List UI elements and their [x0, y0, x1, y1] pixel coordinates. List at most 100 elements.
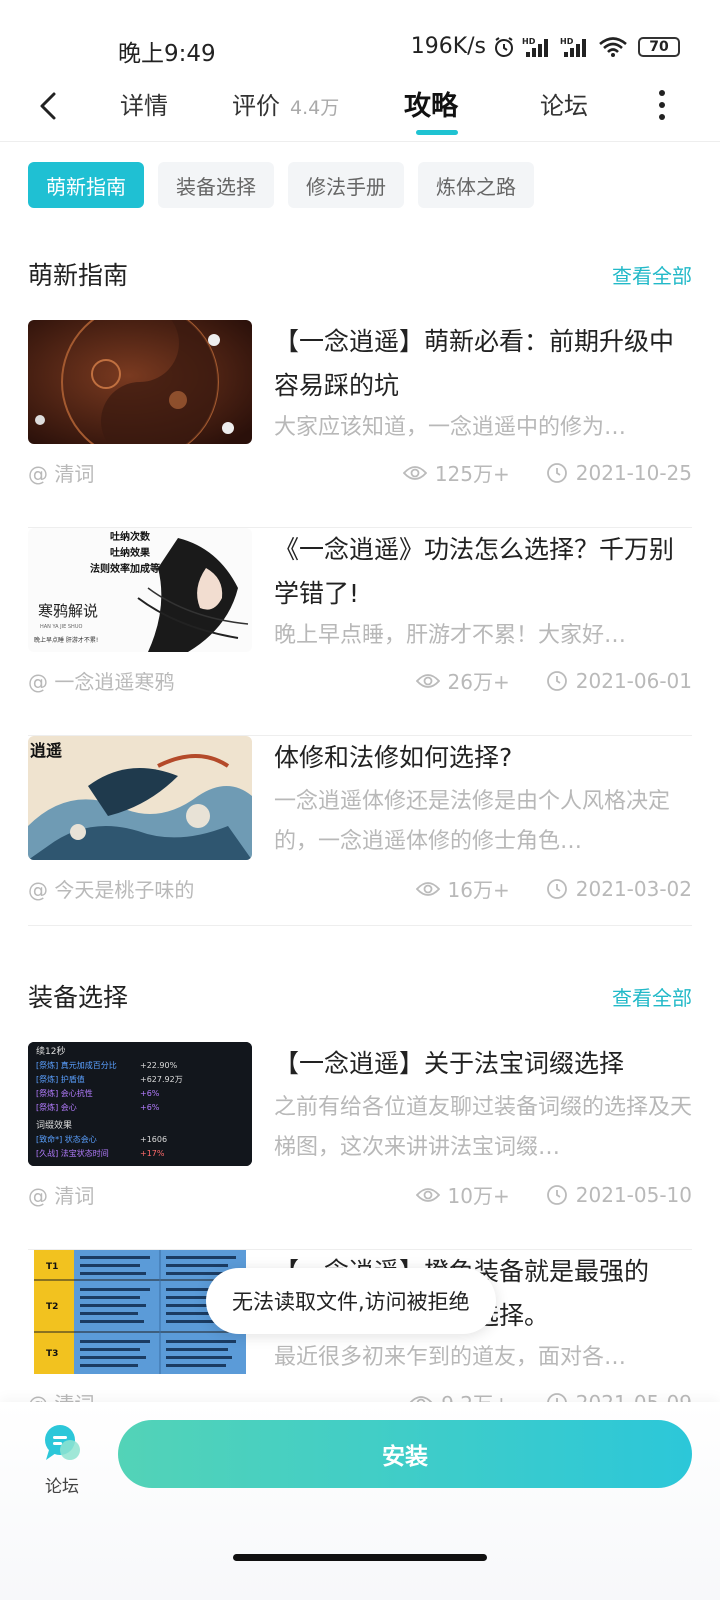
thumb-text: T1: [46, 1262, 58, 1272]
svg-text:HD: HD: [560, 37, 574, 46]
wifi-icon: [599, 36, 627, 57]
eye-icon: [415, 673, 440, 688]
clock-icon: [546, 1184, 567, 1205]
article-item[interactable]: 吐纳次数 吐纳效果 法则效率加成等 寒鸦解说 HAN YA JIE SHUO 晚…: [28, 528, 692, 736]
more-dot-icon: [659, 114, 665, 120]
publish-date: 2021-06-01: [575, 668, 692, 693]
thumb-text: +627.92万: [140, 1075, 183, 1084]
article-thumbnail: 吐纳次数 吐纳效果 法则效率加成等 寒鸦解说 HAN YA JIE SHUO 晚…: [28, 528, 252, 652]
article-title: 体修和法修如何选择?: [274, 743, 513, 772]
commentator-image: 吐纳次数 吐纳效果 法则效率加成等 寒鸦解说 HAN YA JIE SHUO 晚…: [28, 528, 252, 652]
article-thumbnail: 续12秒 [祭炼] 真元加成百分比 +22.90% [祭炼] 护盾值 +627.…: [28, 1042, 252, 1166]
thumb-text: 词缀效果: [36, 1119, 72, 1131]
thumb-text: 法则效率加成等: [90, 562, 160, 575]
see-all-link[interactable]: 查看全部: [612, 982, 692, 1011]
tab-label: 攻略: [404, 91, 458, 122]
article-item[interactable]: 【一念逍遥】萌新必看：前期升级中容易踩的坑 大家应该知道，一念逍遥中的修为… @…: [28, 320, 692, 528]
view-count: 16万+: [447, 878, 510, 902]
chip-equipment[interactable]: 装备选择: [158, 162, 274, 208]
tab-reviews[interactable]: 评价 4.4万: [232, 86, 339, 121]
svg-text:HD: HD: [522, 37, 536, 46]
clock-icon: [546, 670, 567, 691]
chip-body-refining[interactable]: 炼体之路: [418, 162, 534, 208]
eye-icon: [402, 465, 427, 480]
thumb-text: HAN YA JIE SHUO: [40, 624, 82, 630]
thumb-text: +22.90%: [140, 1061, 178, 1070]
view-count: 125万+: [434, 462, 510, 486]
view-count: 26万+: [447, 670, 510, 694]
signal-hd-icon: HD: [522, 37, 548, 57]
more-dot-icon: [659, 102, 665, 108]
thumb-text: T3: [46, 1349, 58, 1359]
article-excerpt: 一念逍遥体修还是法修是由个人风格决定的，一念逍遥体修的修士角色…: [274, 789, 671, 854]
publish-date: 2021-03-02: [575, 876, 692, 901]
article-stats: 10万+ 2021-05-10: [415, 1180, 692, 1209]
tab-label: 评价: [232, 92, 280, 120]
chip-newbie-guide[interactable]: 萌新指南: [28, 162, 144, 208]
eye-icon: [415, 881, 440, 896]
review-count: 4.4万: [290, 97, 340, 119]
active-tab-indicator: [416, 130, 458, 135]
see-all-link[interactable]: 查看全部: [612, 260, 692, 289]
bottom-action-bar: 论坛 安装: [0, 1402, 720, 1600]
thumb-text: T2: [46, 1302, 58, 1312]
thumb-text: [久战] 法宝状态时间: [36, 1148, 109, 1158]
article-excerpt: 大家应该知道，一念逍遥中的修为…: [274, 415, 627, 440]
article-meta: @ 一念逍遥寒鸦 26万+ 2021-06-01: [28, 666, 692, 696]
thumb-text: [祭炼] 会心抗性: [36, 1088, 93, 1098]
home-indicator[interactable]: [233, 1554, 487, 1561]
thumb-text: +6%: [140, 1089, 160, 1098]
article-excerpt: 最近很多初来乍到的道友，面对各…: [274, 1345, 627, 1370]
article-author[interactable]: @ 一念逍遥寒鸦: [28, 666, 174, 695]
category-chips: 萌新指南 装备选择 修法手册 炼体之路: [28, 162, 534, 208]
article-stats: 16万+ 2021-03-02: [415, 874, 692, 903]
article-item[interactable]: 续12秒 [祭炼] 真元加成百分比 +22.90% [祭炼] 护盾值 +627.…: [28, 1042, 692, 1250]
eye-icon: [415, 1187, 440, 1202]
thumb-text: [祭炼] 护盾值: [36, 1074, 85, 1084]
article-author[interactable]: @ 今天是桃子味的: [28, 874, 194, 903]
article-author[interactable]: @ 清词: [28, 458, 94, 487]
article-excerpt: 之前有给各位道友聊过装备词缀的选择及天梯图，这次来讲讲法宝词缀…: [274, 1095, 692, 1160]
alarm-icon: [495, 36, 513, 57]
tab-details[interactable]: 详情: [120, 86, 168, 121]
thumb-text: 寒鸦解说: [38, 602, 98, 620]
network-speed: 196K/s: [410, 34, 486, 59]
toast-message: 无法读取文件,访问被拒绝: [206, 1268, 496, 1334]
chip-magic-manual[interactable]: 修法手册: [288, 162, 404, 208]
thumb-text: 续12秒: [36, 1045, 65, 1057]
tab-forum[interactable]: 论坛: [540, 86, 588, 121]
tab-guides[interactable]: 攻略: [404, 84, 458, 123]
ink-painting-image: 逍遥: [28, 736, 252, 860]
thumb-text: [祭炼] 会心: [36, 1102, 77, 1112]
install-button[interactable]: 安装: [118, 1420, 692, 1488]
back-button[interactable]: [30, 84, 70, 128]
article-thumbnail: 逍遥: [28, 736, 252, 860]
article-item[interactable]: 逍遥 体修和法修如何选择? 一念逍遥体修还是法修是由个人风格决定的，一念逍遥体修…: [28, 736, 692, 926]
publish-date: 2021-10-25: [575, 460, 692, 485]
more-options-button[interactable]: [652, 90, 672, 120]
yin-yang-image: [28, 320, 252, 444]
article-title: 【一念逍遥】萌新必看：前期升级中容易踩的坑: [274, 327, 675, 400]
publish-date: 2021-05-10: [575, 1182, 692, 1207]
article-meta: @ 清词 125万+ 2021-10-25: [28, 458, 692, 488]
thumb-text: 逍遥: [30, 741, 62, 760]
section-title: 装备选择: [28, 983, 129, 1012]
tab-label: 详情: [120, 92, 168, 120]
stats-screenshot-image: 续12秒 [祭炼] 真元加成百分比 +22.90% [祭炼] 护盾值 +627.…: [28, 1042, 252, 1166]
thumb-text: 晚上早点睡 肝游才不累!: [34, 636, 98, 644]
view-count: 10万+: [447, 1184, 510, 1208]
tab-label: 论坛: [540, 92, 588, 120]
thumb-text: +1606: [140, 1135, 167, 1144]
article-meta: @ 清词 10万+ 2021-05-10: [28, 1180, 692, 1210]
article-stats: 26万+ 2021-06-01: [415, 666, 692, 695]
article-excerpt: 晚上早点睡，肝游才不累！大家好…: [274, 623, 627, 648]
article-meta: @ 今天是桃子味的 16万+ 2021-03-02: [28, 874, 692, 904]
back-arrow-icon: [40, 92, 56, 120]
forum-button[interactable]: 论坛: [40, 1422, 84, 1497]
article-author[interactable]: @ 清词: [28, 1180, 94, 1209]
article-stats: 125万+ 2021-10-25: [402, 458, 692, 487]
top-navigation: 详情 评价 4.4万 攻略 论坛: [0, 76, 720, 142]
thumb-text: [致命*] 状态会心: [36, 1134, 97, 1144]
thumb-text: 吐纳次数: [110, 530, 151, 543]
forum-label: 论坛: [45, 1477, 79, 1497]
